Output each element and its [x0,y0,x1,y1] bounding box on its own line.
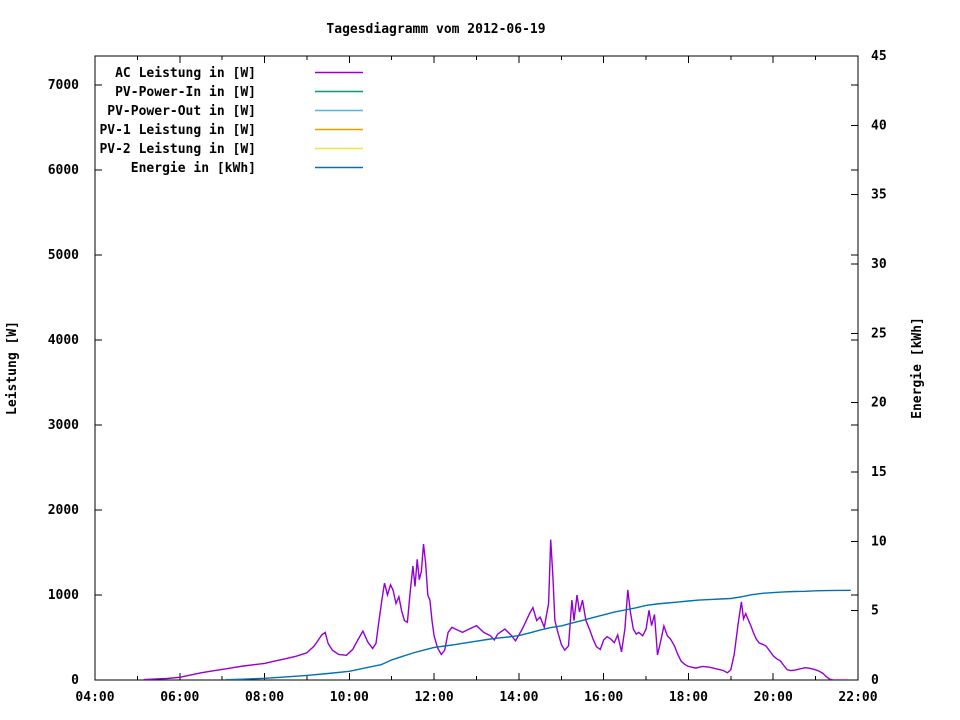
y-left-tick-label: 3000 [48,418,79,433]
legend: AC Leistung in [W] PV-Power-In in [W] PV-P… [99,66,363,176]
tagesdiagramm-chart: Tagesdiagramm vom 2012-06-19 Leistung [W… [0,0,960,720]
y-right-tick-label: 0 [871,673,879,688]
plot-area: Tagesdiagramm vom 2012-06-19 Leistung [W… [5,22,925,705]
x-tick-label: 04:00 [75,690,114,705]
x-tick-label: 18:00 [669,690,708,705]
y-left-tick-label: 2000 [48,503,79,518]
y-left-tick-label: 4000 [48,333,79,348]
legend-label: Energie in [kWh] [131,161,256,176]
series-line-energie-in-kwh [225,589,851,680]
x-tick-label: 06:00 [160,690,199,705]
x-tick-label: 14:00 [499,690,538,705]
y-left-tick-label: 7000 [48,78,79,93]
series-lines [143,539,851,680]
x-tick-label: 16:00 [584,690,623,705]
x-tick-label: 22:00 [838,690,877,705]
legend-label: PV-Power-In in [W] [115,85,256,100]
legend-entry: PV-Power-In in [W] [115,85,363,100]
legend-entry: PV-Power-Out in [W] [107,104,363,119]
y-right-tick-label: 10 [871,534,887,549]
legend-entry: Energie in [kWh] [131,161,363,176]
legend-label: PV-1 Leistung in [W] [99,123,256,138]
y-right-tick-label: 15 [871,465,887,480]
y-right-tick-label: 35 [871,188,887,203]
legend-label: PV-2 Leistung in [W] [99,142,256,157]
y-left-tick-label: 5000 [48,248,79,263]
y-right-tick-label: 5 [871,604,879,619]
legend-entry: AC Leistung in [W] [115,66,363,81]
x-tick-label: 10:00 [330,690,369,705]
y-left-tick-label: 0 [71,673,79,688]
x-tick-label: 12:00 [415,690,454,705]
y-right-tick-label: 20 [871,396,887,411]
legend-label: AC Leistung in [W] [115,66,256,81]
y-right-tick-label: 25 [871,326,887,341]
legend-entry: PV-2 Leistung in [W] [99,142,363,157]
x-tick-label: 20:00 [754,690,793,705]
y-left-axis-title: Leistung [W] [5,321,20,415]
y-right-tick-label: 30 [871,257,887,272]
chart-title: Tagesdiagramm vom 2012-06-19 [326,22,545,37]
series-line-ac-leistung-in-w [143,539,848,680]
y-left-tick-label: 1000 [48,588,79,603]
legend-entry: PV-1 Leistung in [W] [99,123,363,138]
y-right-axis-title: Energie [kWh] [910,317,925,419]
x-tick-label: 08:00 [245,690,284,705]
legend-label: PV-Power-Out in [W] [107,104,256,119]
y-left-tick-label: 6000 [48,163,79,178]
y-right-tick-label: 45 [871,49,887,64]
y-right-tick-label: 40 [871,118,887,133]
